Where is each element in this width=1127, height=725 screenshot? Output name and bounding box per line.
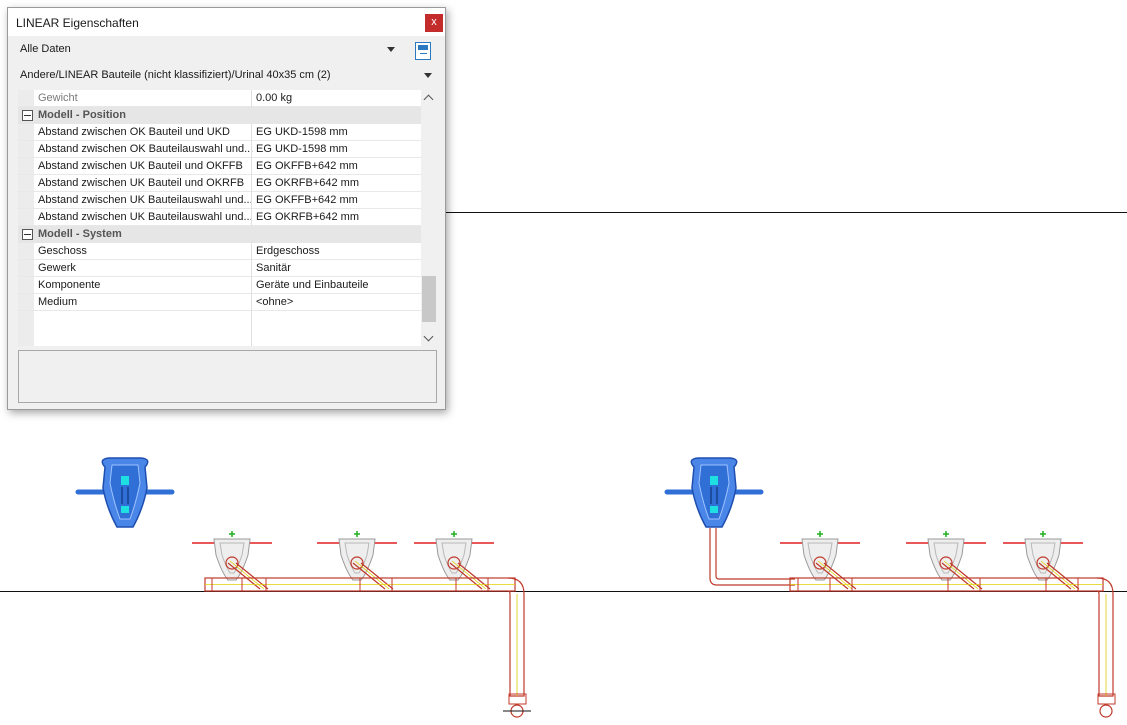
property-name: Medium bbox=[38, 296, 78, 308]
fixture-left-1[interactable] bbox=[191, 530, 273, 590]
property-value[interactable]: EG UKD-1598 mm bbox=[256, 126, 348, 138]
property-row[interactable]: Abstand zwischen UK Bauteilauswahl und..… bbox=[18, 209, 421, 226]
property-name: Abstand zwischen UK Bauteil und OKRFB bbox=[38, 177, 245, 189]
column-divider bbox=[251, 311, 252, 346]
category-label: Modell - Position bbox=[38, 109, 126, 121]
property-grid: Gewicht 0.00 kg Modell - Position Abstan… bbox=[18, 90, 421, 346]
property-name: Gewerk bbox=[38, 262, 76, 274]
filter-dropdown[interactable]: Alle Daten bbox=[8, 38, 445, 60]
panel-titlebar[interactable]: LINEAR Eigenschaften x bbox=[8, 8, 445, 36]
column-divider bbox=[251, 243, 252, 260]
pipe-run-left[interactable] bbox=[204, 577, 531, 718]
collapse-minus-icon[interactable] bbox=[22, 110, 33, 121]
category-modell-system[interactable]: Modell - System bbox=[18, 226, 421, 243]
property-name: Gewicht bbox=[38, 92, 78, 104]
chevron-down-icon[interactable] bbox=[387, 47, 395, 52]
property-name: Abstand zwischen OK Bauteilauswahl und..… bbox=[38, 143, 254, 155]
fixture-right-2[interactable] bbox=[905, 530, 987, 590]
property-name: Abstand zwischen UK Bauteilauswahl und..… bbox=[38, 211, 253, 223]
element-path-dropdown[interactable]: Andere/LINEAR Bauteile (nicht klassifizi… bbox=[8, 64, 445, 86]
property-row-komponente[interactable]: Komponente Geräte und Einbauteile bbox=[18, 277, 421, 294]
column-divider bbox=[251, 90, 252, 107]
property-value[interactable]: 0.00 kg bbox=[256, 92, 292, 104]
column-divider bbox=[251, 175, 252, 192]
property-row[interactable]: Abstand zwischen UK Bauteil und OKFFB EG… bbox=[18, 158, 421, 175]
panel-title: LINEAR Eigenschaften bbox=[16, 16, 139, 30]
property-value[interactable]: EG OKFFB+642 mm bbox=[256, 160, 358, 172]
property-row-medium[interactable]: Medium <ohne> bbox=[18, 294, 421, 311]
property-name: Abstand zwischen UK Bauteilauswahl und..… bbox=[38, 194, 253, 206]
column-divider bbox=[251, 124, 252, 141]
property-value[interactable]: EG OKRFB+642 mm bbox=[256, 211, 359, 223]
property-value[interactable]: Sanitär bbox=[256, 262, 291, 274]
filter-dropdown-value: Alle Daten bbox=[20, 43, 71, 55]
column-divider bbox=[251, 141, 252, 158]
property-row[interactable]: Abstand zwischen UK Bauteil und OKRFB EG… bbox=[18, 175, 421, 192]
column-divider bbox=[251, 209, 252, 226]
urinal-symbol-icon-right[interactable] bbox=[667, 458, 761, 527]
collapse-minus-icon[interactable] bbox=[22, 229, 33, 240]
chevron-down-icon[interactable] bbox=[423, 331, 434, 342]
column-divider bbox=[251, 260, 252, 277]
property-row[interactable]: Abstand zwischen OK Bauteil und UKD EG U… bbox=[18, 124, 421, 141]
property-name: Abstand zwischen UK Bauteil und OKFFB bbox=[38, 160, 243, 172]
chevron-down-icon[interactable] bbox=[424, 73, 432, 78]
fixture-left-2[interactable] bbox=[316, 530, 398, 590]
property-grid-scrollbar[interactable] bbox=[421, 90, 437, 346]
category-label: Modell - System bbox=[38, 228, 122, 240]
property-value[interactable]: EG OKRFB+642 mm bbox=[256, 177, 359, 189]
scrollbar-thumb[interactable] bbox=[422, 276, 436, 322]
column-divider bbox=[251, 158, 252, 175]
property-row-geschoss[interactable]: Geschoss Erdgeschoss bbox=[18, 243, 421, 260]
column-divider bbox=[251, 277, 252, 294]
fixture-left-3[interactable] bbox=[413, 530, 495, 590]
category-modell-position[interactable]: Modell - Position bbox=[18, 107, 421, 124]
property-value[interactable]: Geräte und Einbauteile bbox=[256, 279, 369, 291]
property-row[interactable]: Abstand zwischen OK Bauteilauswahl und..… bbox=[18, 141, 421, 158]
property-name: Geschoss bbox=[38, 245, 87, 257]
property-value[interactable]: Erdgeschoss bbox=[256, 245, 320, 257]
property-value[interactable]: EG UKD-1598 mm bbox=[256, 143, 348, 155]
linear-properties-panel: LINEAR Eigenschaften x Alle Daten Andere… bbox=[7, 7, 446, 410]
property-row[interactable]: Abstand zwischen UK Bauteilauswahl und..… bbox=[18, 192, 421, 209]
fixture-right-3[interactable] bbox=[1002, 530, 1084, 590]
description-box bbox=[18, 350, 437, 403]
urinal-symbol-icon-left[interactable] bbox=[78, 458, 172, 527]
close-button[interactable]: x bbox=[425, 14, 443, 32]
fixture-right-1[interactable] bbox=[779, 530, 861, 590]
property-value[interactable]: EG OKFFB+642 mm bbox=[256, 194, 358, 206]
column-divider bbox=[251, 192, 252, 209]
property-row-gewerk[interactable]: Gewerk Sanitär bbox=[18, 260, 421, 277]
property-value[interactable]: <ohne> bbox=[256, 296, 293, 308]
property-row-gewicht[interactable]: Gewicht 0.00 kg bbox=[18, 90, 421, 107]
property-name: Komponente bbox=[38, 279, 101, 291]
element-path-value: Andere/LINEAR Bauteile (nicht klassifizi… bbox=[20, 69, 331, 81]
dock-panel-icon[interactable] bbox=[415, 42, 431, 60]
column-divider bbox=[251, 294, 252, 311]
chevron-up-icon[interactable] bbox=[423, 94, 434, 105]
property-name: Abstand zwischen OK Bauteil und UKD bbox=[38, 126, 230, 138]
